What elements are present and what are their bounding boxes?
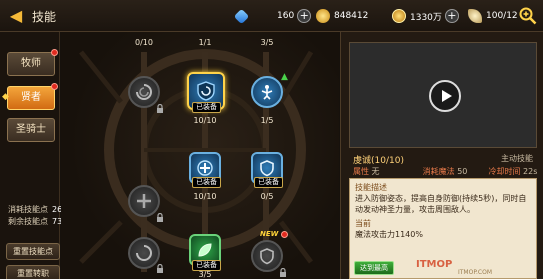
class-tab-paladin[interactable]: 圣骑士 [7, 118, 55, 142]
stamina-icon [468, 9, 482, 23]
class-tab-priest[interactable]: 牧师 [7, 52, 55, 76]
skill-level: 0/10 [135, 38, 153, 47]
active-arrow-icon: ◆ [2, 92, 9, 102]
leaf-skill-icon [198, 243, 212, 257]
page-title: 技能 [32, 10, 57, 24]
skill-type: 主动技能 [501, 154, 533, 163]
gold-swirl-icon [316, 9, 330, 23]
shield-skill-icon [260, 160, 274, 177]
notification-badge [51, 49, 58, 56]
play-button[interactable] [429, 80, 461, 112]
skill-level: 0/5 [260, 192, 274, 201]
back-arrow-icon[interactable]: ◀ [6, 6, 26, 26]
holy-figure-skill-icon [261, 85, 273, 100]
svg-text:ITMOP.COM: ITMOP.COM [458, 269, 492, 276]
blue-crystal-icon [233, 8, 250, 24]
reset-job-button[interactable]: 重置转职 [6, 265, 60, 279]
notification-badge [281, 231, 288, 238]
swirl-skill-icon [136, 245, 152, 261]
current-heading: 当前 [355, 219, 371, 228]
add-coin-button[interactable]: + [444, 9, 459, 23]
cross-skill-icon [137, 194, 151, 208]
skill-level: 10/10 [193, 192, 217, 201]
equipped-badge: 已装备 [254, 177, 283, 188]
skill-level: 10/10 [193, 116, 217, 125]
equipped-badge: 已装备 [192, 102, 221, 113]
svg-text:ITMOP: ITMOP [416, 259, 452, 270]
resource-crystal: 160 + [233, 8, 312, 24]
skill-detail-panel: 虔诚(10/10) 主动技能 属性 无 消耗魔法 50 冷却时间 22s 技能描… [340, 32, 543, 279]
skill-description-box: 技能描述 进入防御姿态，提高自身防御(持续5秒)，同时自动发动神圣力量，攻击周围… [349, 178, 537, 279]
current-effect-text: 魔法攻击力1140% [355, 230, 423, 239]
equipped-badge: 已装备 [192, 177, 221, 188]
stat-used-points: 消耗技能点 268 [8, 205, 68, 214]
skill-level: 3/5 [260, 38, 274, 47]
reset-skill-points-button[interactable]: 重置技能点 [6, 243, 60, 260]
resource-stamina: 100/12 [468, 8, 521, 24]
stat-remaining-points: 剩余技能点 73 [8, 217, 63, 226]
lock-icon [157, 104, 163, 113]
lock-icon [157, 264, 163, 273]
notification-badge [51, 83, 58, 90]
zoom-in-icon[interactable] [519, 7, 537, 25]
skill-node-3[interactable] [251, 76, 283, 108]
upgrade-arrow-icon: ▲ [281, 72, 288, 82]
resource-coin: 1330万 + [392, 8, 459, 24]
shield-skill-icon [260, 248, 274, 265]
skill-name: 虔诚(10/10) [353, 156, 404, 166]
watermark-logo: ITMOP ITMOP.COM [414, 256, 534, 276]
lock-icon [157, 213, 163, 222]
skill-attributes: 属性 无 消耗魔法 50 冷却时间 22s [353, 167, 538, 176]
resource-swirl: 848412 [316, 8, 371, 24]
description-heading: 技能描述 [355, 183, 387, 192]
skill-level: 3/5 [198, 270, 212, 279]
swirl-skill-icon [136, 84, 152, 100]
lock-icon [280, 268, 286, 277]
play-icon [442, 90, 452, 102]
gold-coin-icon [392, 9, 406, 23]
top-bar: ◀ 技能 160 + 848412 1330万 + 100/12 [0, 0, 543, 32]
description-text: 进入防御姿态，提高自身防御(持续5秒)，同时自动发动神圣力量，攻击周围敌人。 [355, 194, 527, 214]
add-crystal-button[interactable]: + [297, 9, 312, 23]
max-level-button[interactable]: 达到最高 [354, 261, 394, 275]
class-sidebar: 牧师 贤者 ◆ 圣骑士 消耗技能点 268 剩余技能点 73 重置技能点 重置转职 [0, 32, 67, 279]
class-tab-sage[interactable]: 贤者 [7, 86, 55, 110]
skill-level: 1/1 [198, 38, 212, 47]
skill-level: 1/5 [260, 116, 274, 125]
skill-tree: 0/10 1/1 已装备 10/10 已装备 10/10 已装备 3/5 3/5… [61, 32, 339, 279]
shield-swirl-skill-icon [197, 81, 215, 101]
new-tag: NEW [260, 230, 279, 238]
skill-preview-video[interactable] [349, 42, 537, 148]
holy-cross-skill-icon [197, 160, 213, 176]
